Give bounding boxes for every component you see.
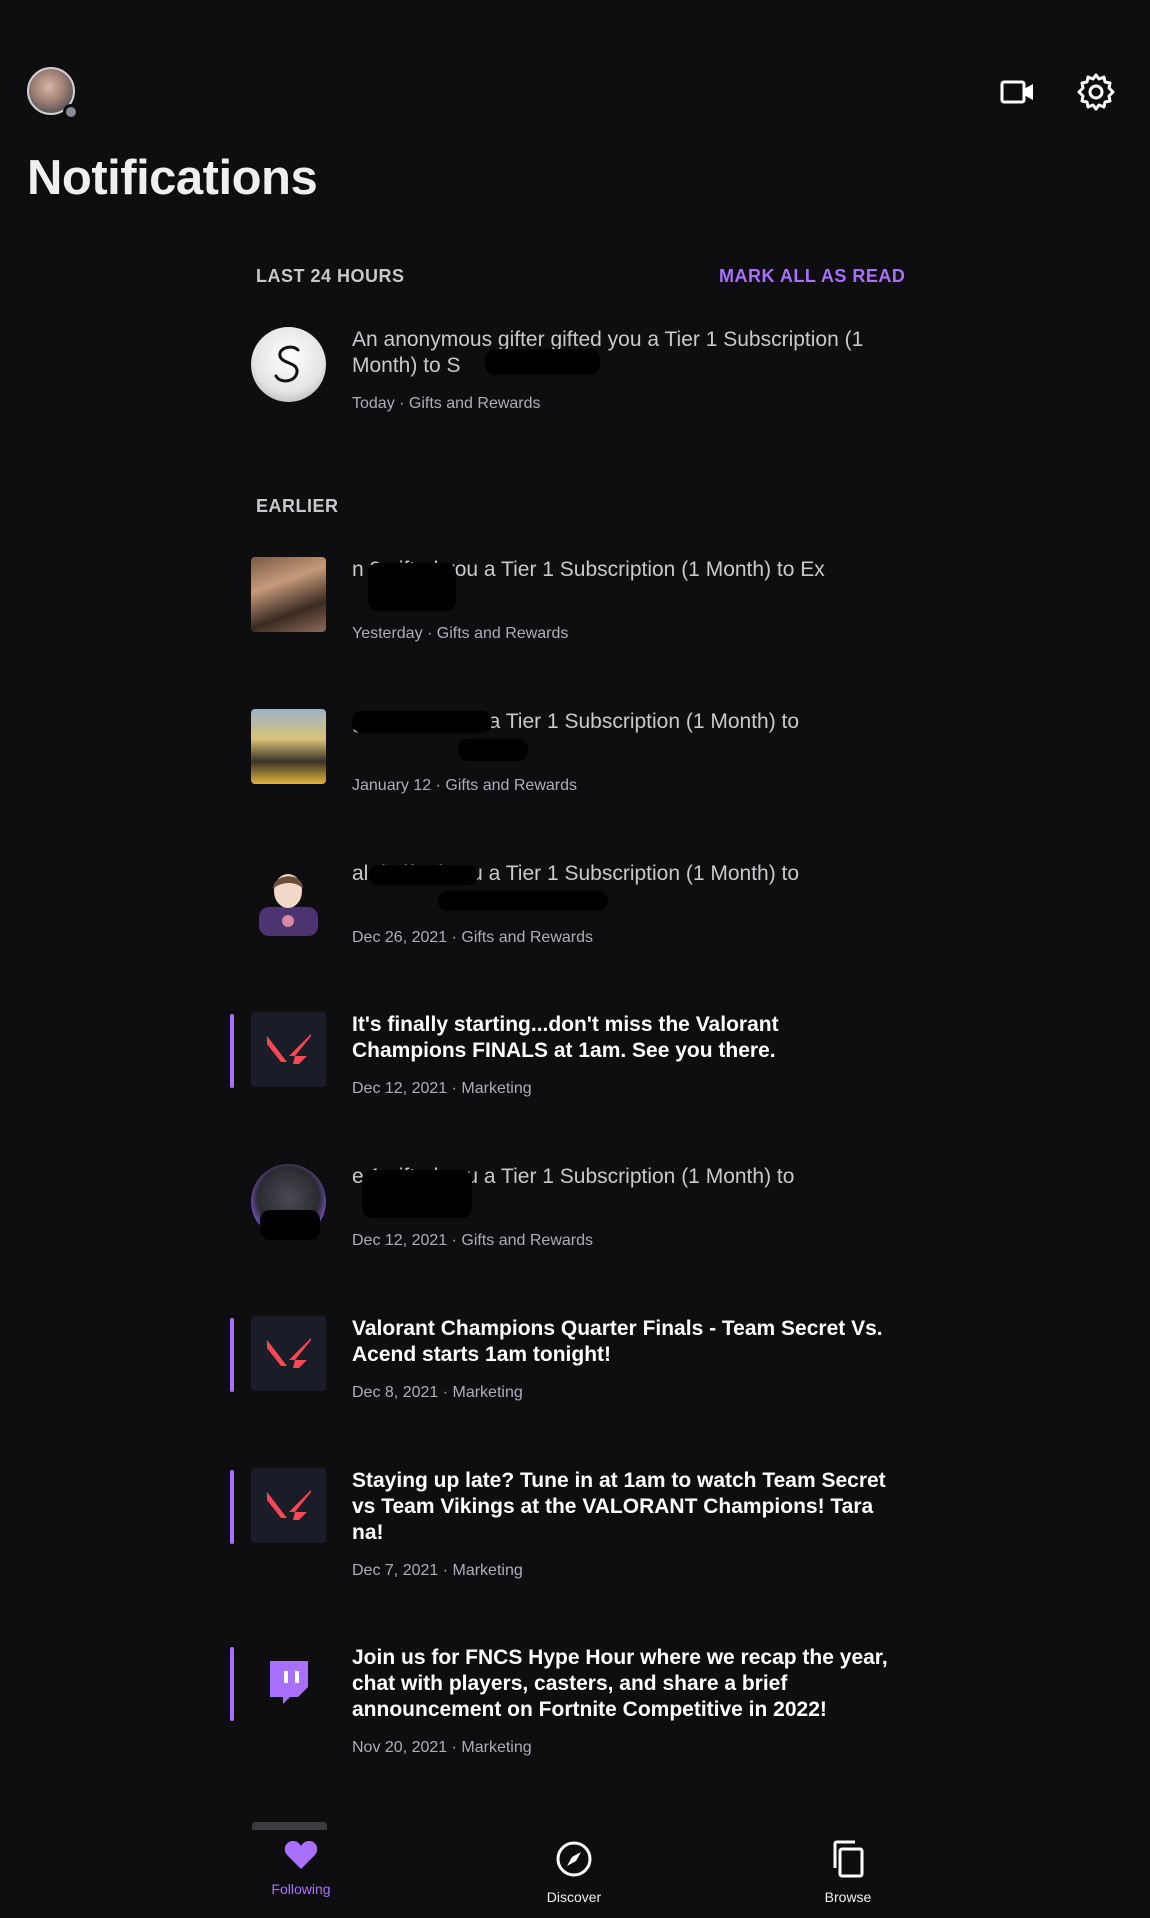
unread-indicator bbox=[230, 1014, 234, 1088]
sender-avatar bbox=[251, 1012, 326, 1087]
valorant-logo-icon bbox=[266, 1489, 311, 1520]
sender-avatar bbox=[251, 1316, 326, 1391]
presence-dot bbox=[63, 104, 79, 120]
notification-meta: Dec 8, 2021 · Marketing bbox=[352, 1384, 523, 1401]
notification-meta: Nov 20, 2021 · Marketing bbox=[352, 1739, 532, 1756]
notification-meta: Dec 12, 2021 · Gifts and Rewards bbox=[352, 1232, 594, 1249]
sender-avatar bbox=[251, 709, 326, 784]
page-title: Notifications bbox=[27, 151, 318, 205]
sender-avatar bbox=[251, 557, 326, 632]
heart-icon bbox=[284, 1841, 318, 1869]
anime-character-avatar-icon bbox=[259, 874, 318, 936]
redaction bbox=[458, 739, 528, 761]
notification-meta: Dec 12, 2021 · Marketing bbox=[352, 1080, 532, 1097]
sender-avatar bbox=[251, 327, 326, 402]
notification-item[interactable]: n 3 gifted you a Tier 1 Subscription (1 … bbox=[230, 557, 910, 657]
compass-icon bbox=[556, 1841, 592, 1877]
section-header-earlier: EARLIER bbox=[256, 496, 339, 516]
settings-button[interactable] bbox=[1074, 70, 1118, 114]
notification-meta: Dec 7, 2021 · Marketing bbox=[352, 1562, 523, 1579]
notification-text: It's finally starting...don't miss the V… bbox=[352, 1013, 779, 1062]
notification-item-unread[interactable]: It's finally starting...don't miss the V… bbox=[230, 1012, 910, 1112]
sender-avatar bbox=[251, 1468, 326, 1543]
camera-icon bbox=[1000, 80, 1033, 104]
section-header-last-24-hours: LAST 24 HOURS bbox=[256, 266, 405, 286]
notification-text: Staying up late? Tune in at 1am to watch… bbox=[352, 1469, 886, 1544]
notification-meta: Dec 26, 2021 · Gifts and Rewards bbox=[352, 929, 594, 946]
script-s-logo-icon bbox=[274, 345, 299, 382]
bottom-navigation: Following Discover Browse bbox=[0, 1830, 1150, 1918]
go-live-button[interactable] bbox=[996, 70, 1040, 114]
notification-text: Join us for FNCS Hype Hour where we reca… bbox=[352, 1646, 888, 1721]
nav-discover-label: Discover bbox=[546, 1889, 602, 1905]
redaction bbox=[438, 891, 608, 911]
nav-discover[interactable]: Discover bbox=[509, 1840, 639, 1905]
unread-indicator bbox=[230, 1647, 234, 1721]
valorant-logo-icon bbox=[266, 1033, 311, 1064]
unread-indicator bbox=[230, 1470, 234, 1544]
redaction bbox=[368, 563, 456, 611]
notification-item-unread[interactable]: Join us for FNCS Hype Hour where we reca… bbox=[230, 1645, 910, 1775]
notification-text: An anonymous gifter gifted you a Tier 1 … bbox=[352, 328, 864, 377]
redaction bbox=[368, 865, 478, 885]
nav-following[interactable]: Following bbox=[236, 1840, 366, 1897]
notification-item[interactable]: An anonymous gifter gifted you a Tier 1 … bbox=[230, 327, 910, 427]
mark-all-as-read-button[interactable]: MARK ALL AS READ bbox=[719, 266, 905, 287]
notification-meta: Today · Gifts and Rewards bbox=[352, 395, 541, 412]
nav-following-label: Following bbox=[271, 1881, 331, 1897]
redaction bbox=[352, 711, 492, 733]
redaction bbox=[485, 349, 600, 375]
browse-copy-icon bbox=[833, 1840, 864, 1878]
sender-avatar bbox=[251, 861, 326, 936]
redaction bbox=[260, 1210, 320, 1240]
nav-browse[interactable]: Browse bbox=[783, 1840, 913, 1905]
settings-icon bbox=[1077, 73, 1115, 111]
twitch-logo-icon bbox=[269, 1660, 308, 1704]
notification-item-unread[interactable]: Staying up late? Tune in at 1am to watch… bbox=[230, 1468, 910, 1598]
notification-item[interactable]: gi 1 gifted you a Tier 1 Subscription (1… bbox=[230, 709, 910, 809]
valorant-logo-icon bbox=[266, 1337, 311, 1368]
notification-item-unread[interactable]: Valorant Champions Quarter Finals - Team… bbox=[230, 1316, 910, 1416]
nav-browse-label: Browse bbox=[824, 1889, 872, 1905]
unread-indicator bbox=[230, 1318, 234, 1392]
notification-item[interactable]: e 1 gifted you a Tier 1 Subscription (1 … bbox=[230, 1164, 910, 1264]
top-bar bbox=[0, 0, 1150, 140]
notification-meta: January 12 · Gifts and Rewards bbox=[352, 777, 577, 794]
notification-meta: Yesterday · Gifts and Rewards bbox=[352, 625, 569, 642]
sender-avatar bbox=[251, 1645, 326, 1720]
notification-text: Valorant Champions Quarter Finals - Team… bbox=[352, 1317, 883, 1366]
notification-item[interactable]: al d gifted you a Tier 1 Subscription (1… bbox=[230, 861, 910, 961]
redaction bbox=[362, 1170, 472, 1218]
